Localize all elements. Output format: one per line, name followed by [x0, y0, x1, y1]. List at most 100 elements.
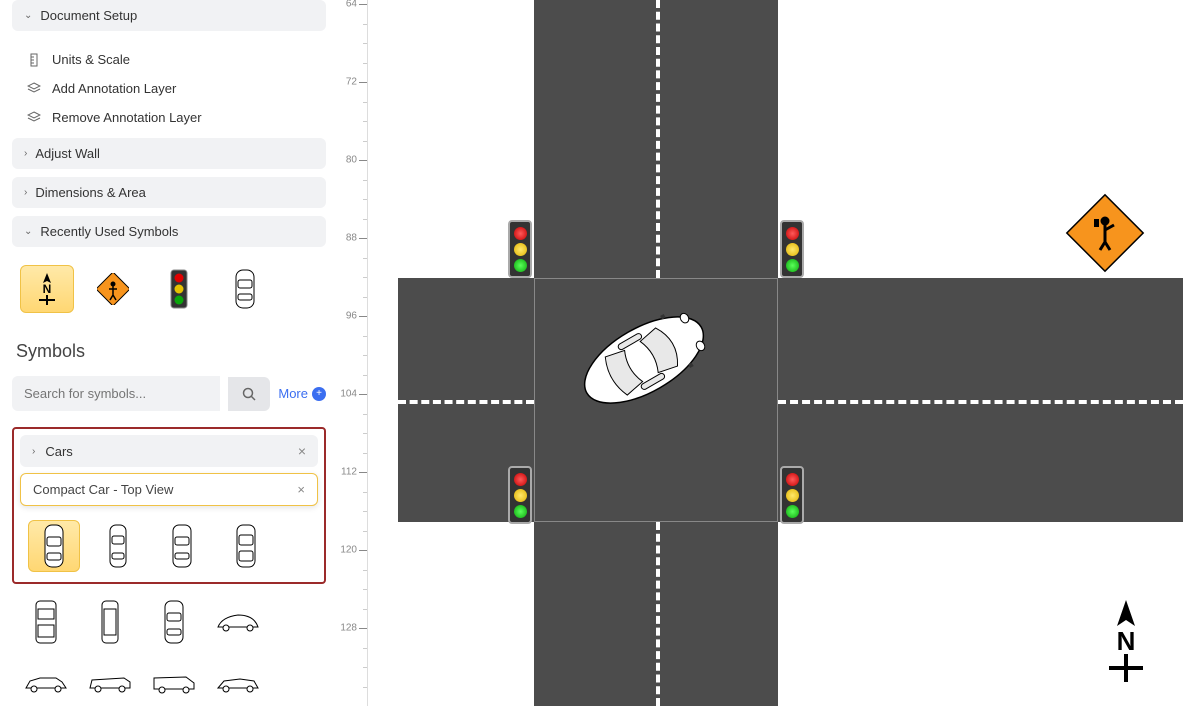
- car-symbol-beetle-side[interactable]: [212, 596, 264, 648]
- section-dimensions-area[interactable]: › Dimensions & Area: [12, 177, 326, 208]
- symbols-heading: Symbols: [16, 341, 322, 362]
- recent-symbol-north[interactable]: N: [20, 265, 74, 313]
- ruler-tick: [359, 550, 367, 551]
- ruler-tick: [359, 394, 367, 395]
- ruler-label: 112: [341, 467, 357, 478]
- cars-label: Cars: [45, 444, 297, 459]
- ruler-label: 120: [340, 545, 357, 556]
- ruler-label: 88: [346, 233, 357, 244]
- ruler-minor-tick: [363, 258, 367, 259]
- ruler-minor-tick: [363, 24, 367, 25]
- car-symbol-sedan-top-1[interactable]: [92, 520, 144, 572]
- more-label: More: [278, 386, 308, 401]
- car-symbol-sedan-top-4[interactable]: [148, 596, 200, 648]
- ruler-minor-tick: [363, 277, 367, 278]
- ruler-minor-tick: [363, 453, 367, 454]
- cars-highlight-box: › Cars × Compact Car - Top View ×: [12, 427, 326, 584]
- ruler-minor-tick: [363, 609, 367, 610]
- ruler-minor-tick: [363, 531, 367, 532]
- green-bulb: [514, 259, 527, 272]
- car-symbol-van-top[interactable]: [84, 596, 136, 648]
- dimensions-area-label: Dimensions & Area: [35, 185, 146, 200]
- recent-symbol-traffic-light[interactable]: [152, 265, 206, 313]
- tooltip-label: Compact Car - Top View: [33, 482, 173, 497]
- red-bulb: [786, 227, 799, 240]
- car-symbol-compact-top[interactable]: [28, 520, 80, 572]
- ruler-label: 104: [340, 389, 357, 400]
- remove-annotation-item[interactable]: Remove Annotation Layer: [12, 103, 326, 132]
- ruler-minor-tick: [363, 589, 367, 590]
- car-symbol-sedan-top-3[interactable]: [220, 520, 272, 572]
- close-icon[interactable]: ×: [298, 443, 306, 459]
- chevron-right-icon: ›: [24, 187, 27, 198]
- lane-dash: [656, 0, 660, 278]
- car-symbol-sedan-side-1[interactable]: [20, 658, 72, 706]
- green-bulb: [786, 505, 799, 518]
- ruler-label: 80: [346, 155, 357, 166]
- lane-dash: [656, 522, 660, 706]
- ruler-minor-tick: [363, 375, 367, 376]
- ruler-label: 96: [346, 311, 357, 322]
- ruler-minor-tick: [363, 180, 367, 181]
- recent-symbols-row: N: [12, 255, 326, 323]
- close-icon[interactable]: ×: [297, 482, 305, 497]
- chevron-down-icon: ⌄: [24, 10, 32, 21]
- ruler-label: 128: [340, 623, 357, 634]
- car-symbol-van-side[interactable]: [148, 658, 200, 706]
- ruler-minor-tick: [363, 570, 367, 571]
- compass-n-label: N: [1117, 626, 1136, 656]
- red-bulb: [514, 227, 527, 240]
- green-bulb: [514, 505, 527, 518]
- remove-annotation-label: Remove Annotation Layer: [52, 110, 202, 125]
- chevron-right-icon: ›: [32, 446, 35, 457]
- adjust-wall-label: Adjust Wall: [35, 146, 100, 161]
- units-scale-item[interactable]: Units & Scale: [12, 45, 326, 74]
- ruler-minor-tick: [363, 43, 367, 44]
- section-adjust-wall[interactable]: › Adjust Wall: [12, 138, 326, 169]
- traffic-light[interactable]: [780, 220, 804, 278]
- svg-text:N: N: [43, 282, 52, 296]
- ruler-tick: [359, 628, 367, 629]
- ruler-tick: [359, 82, 367, 83]
- recent-symbol-car[interactable]: [218, 265, 272, 313]
- add-annotation-item[interactable]: Add Annotation Layer: [12, 74, 326, 103]
- search-input[interactable]: [12, 376, 220, 411]
- red-bulb: [786, 473, 799, 486]
- symbol-search-row: More +: [12, 376, 326, 411]
- car-symbol-sedan-top-2[interactable]: [156, 520, 208, 572]
- ruler-label: 72: [346, 77, 357, 88]
- cars-section-header[interactable]: › Cars ×: [20, 435, 318, 467]
- traffic-light[interactable]: [508, 220, 532, 278]
- traffic-light[interactable]: [780, 466, 804, 524]
- ruler-tick: [359, 472, 367, 473]
- units-scale-label: Units & Scale: [52, 52, 130, 67]
- yellow-bulb: [786, 489, 799, 502]
- ruler-minor-tick: [363, 219, 367, 220]
- car-symbol-suv-top[interactable]: [20, 596, 72, 648]
- layer-add-icon: [26, 82, 42, 96]
- layer-remove-icon: [26, 111, 42, 125]
- ruler-minor-tick: [363, 141, 367, 142]
- chevron-right-icon: ›: [24, 148, 27, 159]
- compass[interactable]: N: [1099, 596, 1153, 686]
- search-button[interactable]: [228, 377, 270, 411]
- car-symbol-wagon-side[interactable]: [84, 658, 136, 706]
- section-document-setup[interactable]: ⌄ Document Setup: [12, 0, 326, 31]
- more-link[interactable]: More +: [278, 386, 326, 401]
- green-bulb: [786, 259, 799, 272]
- canvas-area[interactable]: 6472808896104112120128: [338, 0, 1183, 706]
- tooltip-row: Compact Car - Top View ×: [20, 473, 318, 506]
- flagger-sign[interactable]: [1064, 192, 1146, 274]
- symbol-tooltip: Compact Car - Top View ×: [20, 473, 318, 506]
- car-symbol-sports-side[interactable]: [212, 658, 264, 706]
- ruler-minor-tick: [363, 667, 367, 668]
- drawing-canvas[interactable]: N: [368, 0, 1183, 706]
- ruler-minor-tick: [363, 492, 367, 493]
- ruler-minor-tick: [363, 297, 367, 298]
- red-bulb: [514, 473, 527, 486]
- section-recently-used[interactable]: ⌄ Recently Used Symbols: [12, 216, 326, 247]
- ruler-minor-tick: [363, 687, 367, 688]
- recent-symbol-flagger[interactable]: [86, 265, 140, 313]
- traffic-light[interactable]: [508, 466, 532, 524]
- recently-used-label: Recently Used Symbols: [40, 224, 178, 239]
